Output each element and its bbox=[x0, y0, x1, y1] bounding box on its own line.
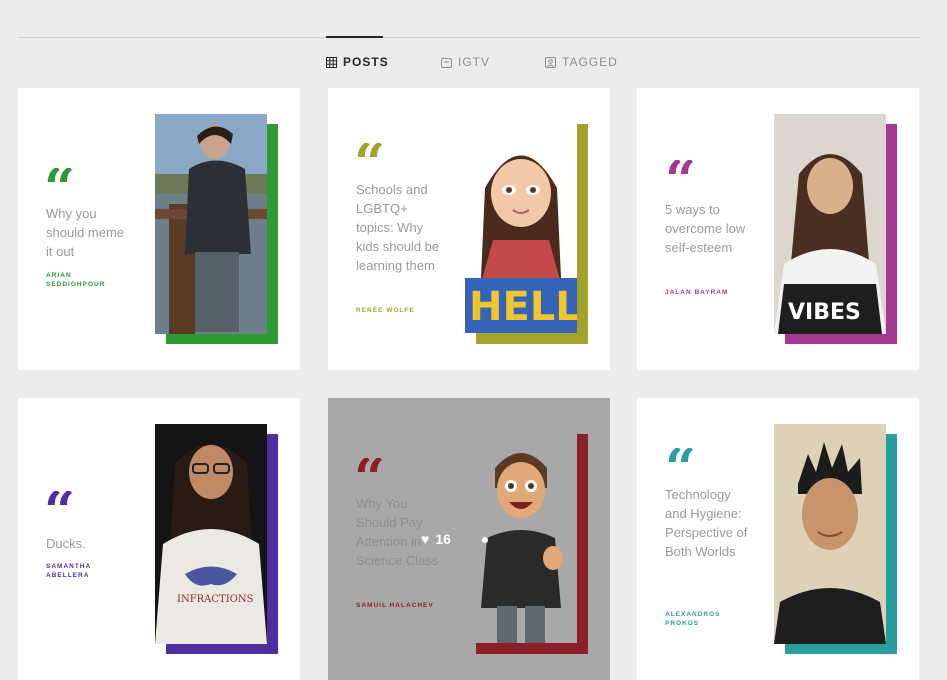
tab-tagged-label: TAGGED bbox=[562, 55, 618, 69]
post-author: ARIAN SEDDIGHPOUR bbox=[46, 272, 106, 288]
like-count: 16 bbox=[435, 531, 451, 547]
accent-bar bbox=[476, 643, 588, 654]
accent-bar bbox=[577, 434, 588, 654]
tab-posts[interactable]: POSTS bbox=[326, 55, 389, 69]
quote-icon: “ bbox=[354, 143, 386, 175]
post-card-meme[interactable]: “ Why you should meme it out ARIAN SEDDI… bbox=[18, 88, 300, 370]
svg-text:VIBES: VIBES bbox=[788, 300, 861, 325]
author-photo: VIBES bbox=[774, 114, 886, 334]
profile-divider bbox=[18, 37, 921, 38]
tab-igtv[interactable]: IGTV bbox=[441, 55, 490, 69]
post-title: Technology and Hygiene: Perspective of B… bbox=[665, 487, 748, 559]
post-author: JALAN BAYRAM bbox=[665, 289, 729, 296]
quote-icon: “ bbox=[665, 448, 697, 480]
igtv-icon bbox=[441, 57, 452, 68]
tab-tagged[interactable]: TAGGED bbox=[545, 55, 618, 69]
author-photo bbox=[155, 114, 267, 334]
author-photo: INFRACTIONS bbox=[155, 424, 267, 644]
post-author: RENÉE WOLFE bbox=[356, 307, 415, 314]
svg-text:INFRACTIONS: INFRACTIONS bbox=[177, 594, 254, 605]
post-card-ducks[interactable]: “ Ducks. SAMANTHA ABELLERA INFRACTIONS bbox=[18, 398, 300, 680]
tab-igtv-label: IGTV bbox=[458, 55, 491, 69]
grid-icon bbox=[326, 56, 337, 68]
heart-icon: ♥ bbox=[421, 531, 430, 547]
comment-icon: ● bbox=[480, 531, 490, 547]
post-title: 5 ways to overcome low self-esteem bbox=[665, 202, 746, 255]
post-card-self-esteem[interactable]: “ 5 ways to overcome low self-esteem JAL… bbox=[637, 88, 919, 370]
quote-icon: “ bbox=[44, 168, 76, 200]
quote-icon: “ bbox=[44, 491, 76, 523]
hover-stats: ♥ 16 ● bbox=[421, 531, 489, 547]
post-author: SAMUIL HALACHEV bbox=[356, 602, 434, 609]
post-card-science[interactable]: “ Why You Should Pay Attention in Scienc… bbox=[328, 398, 610, 680]
quote-icon: “ bbox=[665, 160, 697, 192]
post-title: Schools and LGBTQ+ topics: Why kids shou… bbox=[356, 182, 440, 273]
svg-text:HELL: HELL bbox=[469, 284, 577, 330]
author-photo bbox=[774, 424, 886, 644]
post-author: SAMANTHA ABELLERA bbox=[46, 563, 91, 579]
post-author: ALEXANDROS PROKOS bbox=[665, 611, 721, 627]
accent-bar bbox=[577, 124, 588, 344]
quote-icon: “ bbox=[354, 458, 386, 490]
post-title: Ducks. bbox=[46, 536, 86, 551]
author-photo: HELL bbox=[465, 128, 577, 333]
tab-posts-label: POSTS bbox=[343, 55, 389, 69]
post-title: Why you should meme it out bbox=[46, 206, 125, 259]
post-card-technology[interactable]: “ Technology and Hygiene: Perspective of… bbox=[637, 398, 919, 680]
profile-tabs: POSTS IGTV TAGGED bbox=[0, 55, 947, 73]
post-card-lgbtq[interactable]: “ Schools and LGBTQ+ topics: Why kids sh… bbox=[328, 88, 610, 370]
tagged-icon bbox=[545, 56, 556, 68]
active-tab-indicator bbox=[326, 36, 383, 38]
accent-bar bbox=[476, 333, 588, 344]
